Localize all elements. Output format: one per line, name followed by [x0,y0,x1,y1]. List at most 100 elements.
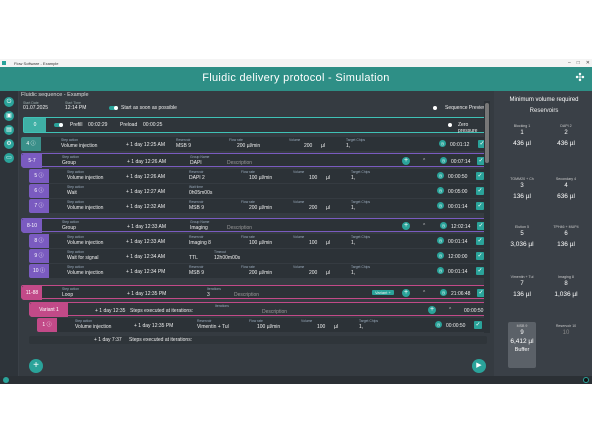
step-enabled-checkbox[interactable]: ✓ [476,172,484,180]
target-chips-input[interactable]: 1, [351,240,355,246]
step-action-select[interactable]: Volume injection [75,324,111,330]
reservoir-select[interactable]: MSB 9 [176,143,191,149]
step-action-select[interactable]: Volume injection [67,240,103,246]
volume-input[interactable]: 100 [309,240,317,246]
monitor-icon[interactable]: ▭ [4,153,14,163]
flow-rate-input[interactable]: 100 µl/min [257,324,280,330]
step-enabled-checkbox[interactable]: ✓ [476,267,484,275]
folder-icon[interactable]: ▤ [4,125,14,135]
scrollbar-thumb[interactable] [485,103,489,163]
step-action-select[interactable]: Group [62,225,76,231]
group-row[interactable]: 5-7 Step action Group + 1 day 12:26 AM G… [21,153,489,168]
step-row[interactable]: 8 ⓘ Step action Volume injection + 1 day… [29,234,487,248]
reservoir-select[interactable]: MSB 9 [189,205,204,211]
flow-rate-input[interactable]: 200 µl/min [249,270,272,276]
collapse-icon[interactable]: ⌃ [422,290,426,296]
volume-input[interactable]: 100 [309,175,317,181]
collapse-icon[interactable]: ⌃ [422,223,426,229]
step-row[interactable]: 4 ⓘ Step action Volume injection + 1 day… [21,137,489,151]
app-brand-icon[interactable]: ✣ [574,72,586,84]
power-icon[interactable]: ⏻ [4,97,14,107]
settings-icon[interactable]: ⚙ [4,139,14,149]
add-step-icon[interactable]: + [402,222,410,230]
reservoir-card-selected[interactable]: MSB 9 9 6,412 µl Buffer [508,322,536,368]
variant-row[interactable]: Variant 1 + 1 day 12:35 Steps executed a… [29,302,487,317]
chip-icon[interactable]: ▣ [4,111,14,121]
step-enabled-checkbox[interactable]: ✓ [476,187,484,195]
start-time-input[interactable]: 12:14 PM [65,105,86,111]
timeout-input[interactable]: 12h00m00s [214,255,240,261]
description-input[interactable]: Description [262,309,287,315]
step-action-select[interactable]: Volume injection [67,175,103,181]
collapse-icon[interactable]: ⌃ [448,307,452,313]
step-action-select[interactable]: Volume injection [67,205,103,211]
add-step-icon[interactable]: + [428,306,436,314]
reservoir-select[interactable]: DAPI 2 [189,175,205,181]
target-chips-input[interactable]: 1, [359,324,363,330]
step-action-select[interactable]: Volume injection [61,143,97,149]
step-enabled-checkbox[interactable]: ✓ [474,321,482,329]
volume-input[interactable]: 200 [309,270,317,276]
step-action-select[interactable]: Wait [67,190,77,196]
preview-radio[interactable] [433,106,437,110]
prefill-toggle[interactable] [54,123,63,127]
flow-rate-input[interactable]: 100 µl/min [249,240,272,246]
start-date-input[interactable]: 01.07.2025 [23,105,48,111]
flow-rate-input[interactable]: 100 µl/min [249,175,272,181]
close-icon[interactable]: ✕ [586,60,590,66]
group-row[interactable]: 8-10 Step action Group + 1 day 12:33 AM … [21,218,489,233]
target-chips-input[interactable]: 1, [346,143,350,149]
step-enabled-checkbox[interactable]: ✓ [476,252,484,260]
play-fab[interactable]: ▶ [472,359,486,373]
variant-row[interactable]: + 1 day 7:37 Steps executed at iteration… [29,336,487,344]
step-enabled-checkbox[interactable]: ✓ [476,237,484,245]
maximize-icon[interactable]: □ [577,60,580,66]
step-action-select[interactable]: Group [62,160,76,166]
step-row[interactable]: 10 ⓘ Step action Volume injection + 1 da… [29,264,487,278]
add-variant-button[interactable]: Variant + [372,290,394,295]
volume-input[interactable]: 200 [309,205,317,211]
description-input[interactable]: Description [234,292,259,298]
target-chips-input[interactable]: 1, [351,270,355,276]
volume-input[interactable]: 200 [304,143,312,149]
reservoir-select[interactable]: Imaging 8 [189,240,211,246]
connection-indicator-icon[interactable] [583,377,589,383]
step-row[interactable]: 1 ⓘ Step action Volume injection + 1 day… [37,318,485,332]
reservoir-label: Reservoir [189,170,204,174]
target-chips-label: Target Chips [351,200,371,204]
step-row[interactable]: 9 ⓘ Step action Wait for signal + 1 day … [29,249,487,263]
signal-source-select[interactable]: TTL [189,255,198,261]
status-icon[interactable] [3,377,9,383]
step-action-select[interactable]: Loop [62,292,73,298]
wait-time-input[interactable]: 0h05m00s [189,190,212,196]
add-step-icon[interactable]: + [402,157,410,165]
clock-icon: ◷ [435,321,442,328]
step-row[interactable]: 6 ⓘ Step action Wait + 1 day 12:27 AM Wa… [29,184,487,198]
collapse-icon[interactable]: ⌃ [422,158,426,164]
asap-toggle[interactable] [109,106,118,110]
step-row[interactable]: 5 ⓘ Step action Volume injection + 1 day… [29,169,487,183]
loop-row[interactable]: 11-88 Step action Loop + 1 day 12:35 PM … [21,285,489,300]
flow-rate-input[interactable]: 200 µl/min [249,205,272,211]
minimize-icon[interactable]: – [568,60,571,66]
step-enabled-checkbox[interactable]: ✓ [476,202,484,210]
target-chips-input[interactable]: 1, [351,205,355,211]
add-step-icon[interactable]: + [402,289,410,297]
reservoir-select[interactable]: Vimentin + Tul [197,324,229,330]
volume-input[interactable]: 100 [317,324,325,330]
reservoir-select[interactable]: MSB 9 [189,270,204,276]
group-name-input[interactable]: DAPI [190,160,202,166]
title-bar: Flow Software - Example – □ ✕ [0,59,592,67]
step-action-select[interactable]: Wait for signal [67,255,99,261]
target-chips-input[interactable]: 1, [351,175,355,181]
iterations-input[interactable]: 3 [207,292,210,298]
zero-pressure-radio[interactable] [448,123,452,127]
flow-rate-label: Flow rate [241,235,255,239]
add-step-fab[interactable]: + [29,359,43,373]
description-input[interactable]: Description [227,160,252,166]
description-input[interactable]: Description [227,225,252,231]
step-action-select[interactable]: Volume injection [67,270,103,276]
step-row[interactable]: 7 ⓘ Step action Volume injection + 1 day… [29,199,487,213]
group-name-input[interactable]: Imaging [190,225,208,231]
flow-rate-input[interactable]: 200 µl/min [237,143,260,149]
